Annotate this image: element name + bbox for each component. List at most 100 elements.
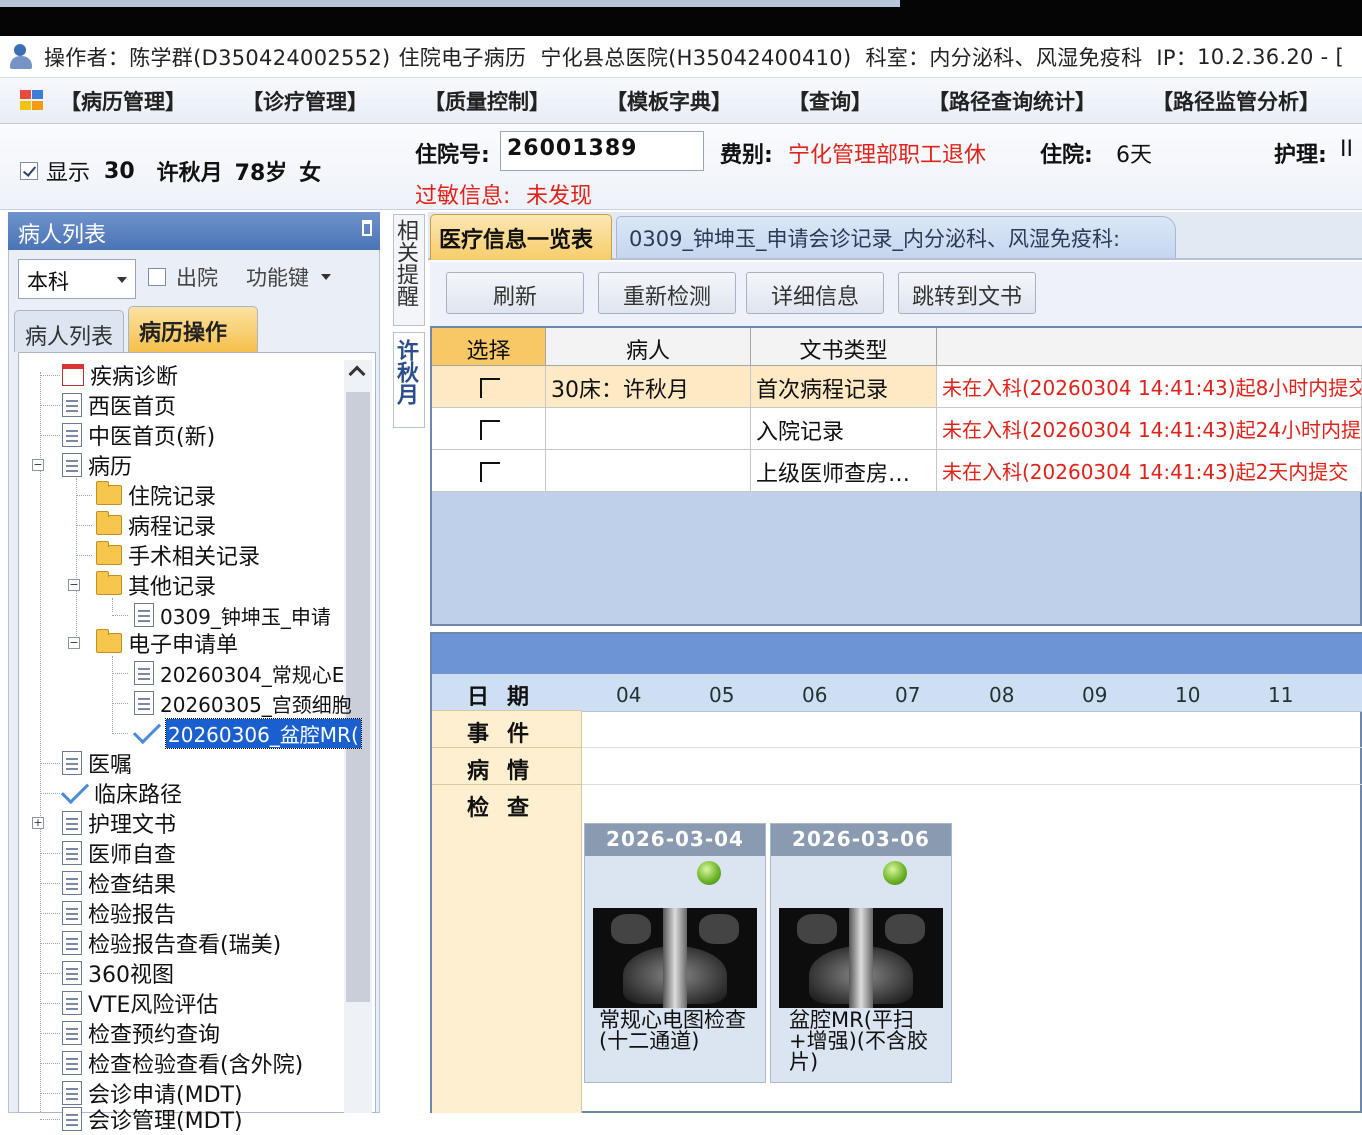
tree-label: 护理文书 bbox=[88, 813, 177, 838]
tree-item-exam-booking[interactable]: 检查预约查询 bbox=[40, 1018, 220, 1048]
exam-thumbnail[interactable] bbox=[593, 908, 757, 1008]
expand-icon[interactable]: + bbox=[32, 817, 44, 829]
inpatient-no-field[interactable]: 26001389 bbox=[500, 131, 704, 171]
dept-select[interactable]: 本科 bbox=[18, 259, 136, 299]
tree-item-admission-records[interactable]: 住院记录 bbox=[76, 480, 216, 510]
tree-item-medical-record[interactable]: − 病历 bbox=[32, 450, 132, 480]
collapse-icon[interactable]: − bbox=[68, 579, 80, 591]
show-label: 显示 bbox=[46, 161, 91, 186]
discharge-checkbox[interactable] bbox=[148, 268, 166, 286]
tree-item-360-view[interactable]: 360视图 bbox=[40, 958, 174, 988]
menu-template-dict[interactable]: 【模板字典】 bbox=[606, 86, 732, 116]
stay-days: 6天 bbox=[1116, 143, 1152, 168]
row2-patient bbox=[546, 408, 751, 450]
row3-select-cell[interactable] bbox=[432, 450, 546, 492]
fee-type-value: 宁化管理部职工退休 bbox=[788, 143, 987, 168]
row-checkbox[interactable] bbox=[480, 378, 500, 398]
tree-item-self-check[interactable]: 医师自查 bbox=[40, 838, 176, 868]
tree-item-orders[interactable]: 医嘱 bbox=[40, 748, 132, 778]
menu-treatment-mgmt[interactable]: 【诊疗管理】 bbox=[242, 86, 368, 116]
main-menu-bar: 【病历管理】 【诊疗管理】 【质量控制】 【模板字典】 【查询】 【路径查询统计… bbox=[0, 78, 1362, 124]
menu-quality-control[interactable]: 【质量控制】 bbox=[424, 86, 550, 116]
tree-item-western-front-page[interactable]: 西医首页 bbox=[40, 390, 176, 420]
exam-card-date: 2026-03-06 bbox=[771, 824, 951, 856]
exam-card-pelvic-mr[interactable]: 2026-03-06 盆腔MR(平扫+增强)(不含胶片) bbox=[770, 823, 952, 1083]
exam-card-caption: 盆腔MR(平扫+增强)(不含胶片) bbox=[789, 1008, 928, 1074]
operator-label: 操作者： bbox=[44, 45, 130, 70]
exam-thumbnail[interactable] bbox=[779, 908, 943, 1008]
row3-patient bbox=[546, 450, 751, 492]
chevron-down-icon bbox=[117, 277, 127, 288]
tree-item-other-records[interactable]: − 其他记录 bbox=[68, 570, 216, 600]
document-icon bbox=[134, 691, 154, 715]
timeline-events-row bbox=[582, 711, 1362, 748]
collapse-icon[interactable]: − bbox=[68, 637, 80, 649]
refresh-button[interactable]: 刷新 bbox=[446, 272, 584, 314]
row2-select-cell[interactable] bbox=[432, 408, 546, 450]
tree-item-nursing-docs[interactable]: + 护理文书 bbox=[32, 808, 176, 838]
tab-patient-list[interactable]: 病人列表 bbox=[14, 310, 124, 352]
tab-record-operations[interactable]: 病历操作 bbox=[128, 306, 258, 352]
tree-item-consult-mgmt-mdt[interactable]: 会诊管理(MDT) bbox=[40, 1104, 243, 1134]
exam-card-ecg[interactable]: 2026-03-04 常规心电图检查(十二通道) bbox=[584, 823, 766, 1083]
show-checkbox[interactable] bbox=[20, 162, 38, 180]
tree-label: 病历 bbox=[88, 455, 133, 480]
tree-item-tcm-front-page[interactable]: 中医首页(新) bbox=[40, 420, 215, 450]
tree-item-diagnosis[interactable]: 疾病诊断 bbox=[40, 360, 178, 390]
timeline-day: 09 bbox=[1082, 683, 1108, 707]
tree-item-clinical-pathway[interactable]: 临床路径 bbox=[40, 775, 182, 808]
function-key-dropdown[interactable]: 功能键 bbox=[246, 262, 331, 292]
timeline-day: 10 bbox=[1175, 683, 1201, 707]
tree-label: 0309_钟坤玉_申请 bbox=[160, 604, 331, 629]
tab-patient-name[interactable]: 许秋月 bbox=[393, 332, 425, 428]
folder-icon bbox=[96, 571, 122, 595]
tree-item-e-requests[interactable]: − 电子申请单 bbox=[68, 628, 238, 658]
col-header-doc-type[interactable]: 文书类型 bbox=[751, 328, 937, 366]
ip-address: 10.2.36.20 - [ bbox=[1197, 44, 1345, 69]
tree-label: 20260305_宫颈细胞 bbox=[160, 692, 352, 717]
tree-item-consult-request[interactable]: 0309_钟坤玉_申请 bbox=[112, 600, 331, 630]
allergy-label: 过敏信息: bbox=[415, 184, 511, 209]
tree-label: 检查结果 bbox=[88, 873, 177, 898]
jump-to-document-button[interactable]: 跳转到文书 bbox=[898, 272, 1036, 314]
row-checkbox[interactable] bbox=[480, 462, 500, 482]
tree-label: 20260304_常规心E bbox=[160, 662, 345, 687]
tree-item-exam-view-external[interactable]: 检查检验查看(含外院) bbox=[40, 1048, 303, 1078]
fee-type-label: 费别: bbox=[720, 143, 773, 168]
tab-medical-overview[interactable]: 医疗信息一览表 bbox=[430, 214, 612, 260]
row-checkbox[interactable] bbox=[480, 420, 500, 440]
tree-item-lab-reports-ruimei[interactable]: 检验报告查看(瑞美) bbox=[40, 928, 281, 958]
menu-pathway-stats[interactable]: 【路径查询统计】 bbox=[928, 86, 1096, 116]
row1-select-cell[interactable] bbox=[432, 366, 546, 408]
tree-item-progress-notes[interactable]: 病程记录 bbox=[76, 510, 216, 540]
tree-item-request-cervical[interactable]: 20260305_宫颈细胞 bbox=[112, 688, 352, 718]
scroll-up-icon[interactable] bbox=[348, 365, 366, 383]
tree-item-surgery-records[interactable]: 手术相关记录 bbox=[76, 540, 260, 570]
document-icon bbox=[62, 1107, 82, 1131]
discharge-filter[interactable]: 出院 bbox=[148, 262, 218, 292]
tab-related-reminders[interactable]: 相关提醒 bbox=[393, 214, 425, 326]
tree-label: 住院记录 bbox=[128, 485, 217, 510]
col-header-patient[interactable]: 病人 bbox=[546, 328, 751, 366]
recheck-button[interactable]: 重新检测 bbox=[598, 272, 736, 314]
allergy-value: 未发现 bbox=[526, 184, 593, 209]
document-icon bbox=[62, 453, 82, 477]
tree-item-lab-reports[interactable]: 检验报告 bbox=[40, 898, 176, 928]
tree-item-exam-results[interactable]: 检查结果 bbox=[40, 868, 176, 898]
menu-record-mgmt[interactable]: 【病历管理】 bbox=[60, 86, 186, 116]
tree-item-request-ecg[interactable]: 20260304_常规心E bbox=[112, 658, 344, 688]
folder-icon bbox=[96, 629, 122, 653]
tree-item-vte-risk[interactable]: VTE风险评估 bbox=[40, 988, 218, 1018]
dept-name: 内分泌科、风湿免疫科 bbox=[929, 45, 1143, 70]
menu-pathway-analysis[interactable]: 【路径监管分析】 bbox=[1152, 86, 1320, 116]
nursing-level: II bbox=[1340, 137, 1353, 162]
collapse-icon[interactable]: − bbox=[32, 459, 44, 471]
timeline-label-event: 事件 bbox=[432, 711, 582, 748]
tab-consult-record[interactable]: 0309_钟坤玉_申请会诊记录_内分泌科、风湿免疫科: bbox=[616, 216, 1176, 258]
menu-query[interactable]: 【查询】 bbox=[788, 86, 872, 116]
details-button[interactable]: 详细信息 bbox=[746, 272, 884, 314]
tree-item-request-pelvic-mr[interactable]: 20260306_盆腔MR( bbox=[112, 715, 362, 749]
tree-label: 电子申请单 bbox=[128, 633, 239, 658]
col-header-select[interactable]: 选择 bbox=[432, 328, 546, 366]
pin-icon[interactable] bbox=[362, 220, 372, 236]
